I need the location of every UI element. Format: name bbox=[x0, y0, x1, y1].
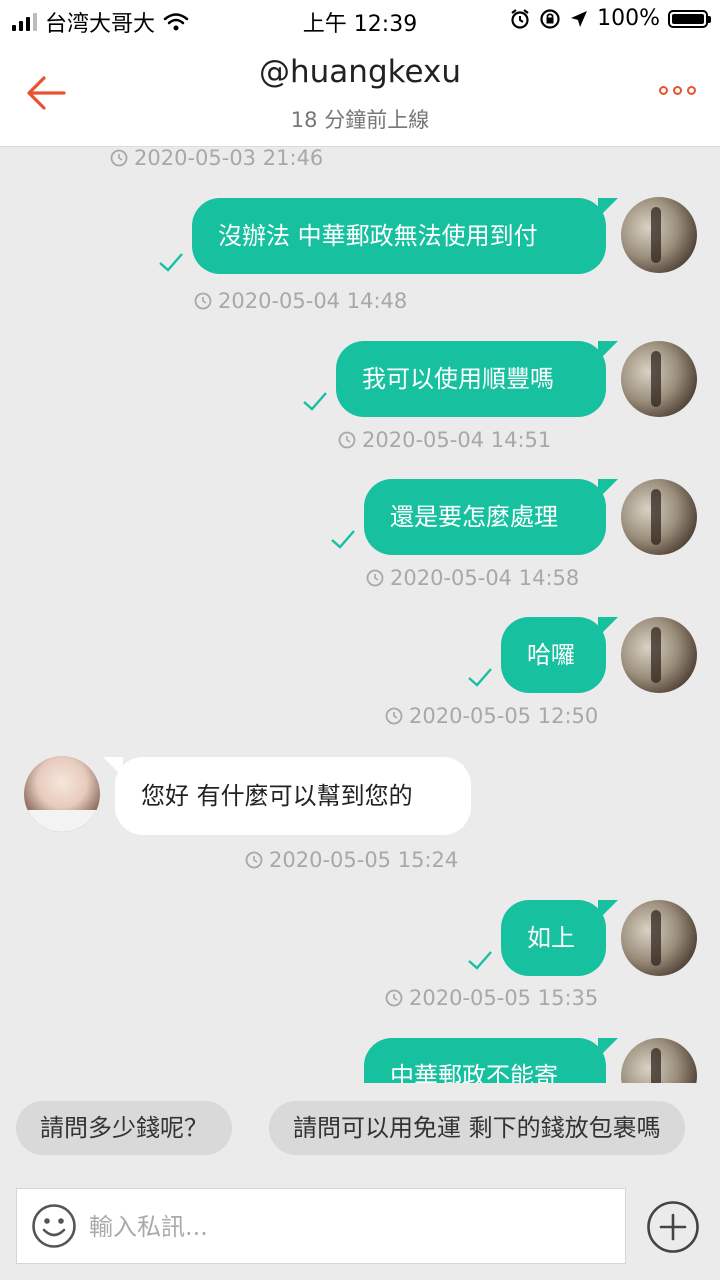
avatar[interactable] bbox=[24, 756, 100, 832]
avatar[interactable] bbox=[621, 900, 697, 976]
message-bubble-outgoing[interactable]: 如上 bbox=[501, 900, 618, 976]
battery-percent: 100% bbox=[597, 6, 660, 31]
message-input-placeholder: 輸入私訊... bbox=[89, 1213, 208, 1241]
avatar[interactable] bbox=[621, 479, 697, 555]
message-bubble-outgoing[interactable]: 哈囉 bbox=[501, 617, 618, 693]
rotation-lock-icon bbox=[540, 8, 560, 29]
smiley-icon[interactable] bbox=[31, 1203, 77, 1249]
quick-replies: 請問多少錢呢？ 請問可以用免運 剩下的錢放包裹嗎 bbox=[0, 1083, 720, 1173]
avatar[interactable] bbox=[621, 617, 697, 693]
message-composer: 輸入私訊... bbox=[0, 1173, 720, 1280]
contact-username: @huangkexu bbox=[259, 54, 461, 90]
checkmark-icon bbox=[468, 951, 492, 970]
message-timestamp: 2020-05-04 14:48 bbox=[194, 289, 407, 313]
avatar[interactable] bbox=[621, 197, 697, 273]
avatar[interactable] bbox=[621, 341, 697, 417]
more-dots-icon[interactable] bbox=[659, 86, 696, 95]
message-timestamp: 2020-05-05 15:24 bbox=[245, 848, 458, 872]
plus-circle-icon[interactable] bbox=[646, 1200, 700, 1254]
message-timestamp: 2020-05-04 14:51 bbox=[338, 428, 551, 452]
chat-header: @huangkexu 18 分鐘前上線 bbox=[0, 38, 720, 147]
quick-reply-chip[interactable]: 請問多少錢呢？ bbox=[16, 1101, 232, 1155]
status-right: 100% bbox=[509, 6, 711, 31]
checkmark-icon bbox=[159, 253, 183, 272]
alarm-icon bbox=[511, 8, 529, 29]
clock-icon bbox=[385, 989, 403, 1007]
clock-icon bbox=[110, 149, 128, 167]
checkmark-icon bbox=[331, 530, 355, 549]
clock-icon bbox=[366, 569, 384, 587]
message-timestamp: 2020-05-05 12:50 bbox=[385, 704, 598, 728]
message-timestamp: 2020-05-04 14:58 bbox=[366, 566, 579, 590]
clock-icon bbox=[245, 851, 263, 869]
clock-icon bbox=[338, 431, 356, 449]
message-bubble-incoming[interactable]: 您好 有什麼可以幫到您的 bbox=[103, 757, 471, 835]
message-timestamp: 2020-05-03 21:46 bbox=[110, 146, 323, 170]
message-timestamp: 2020-05-05 15:35 bbox=[385, 986, 598, 1010]
avatar[interactable] bbox=[621, 1038, 697, 1083]
status-bar: 台湾大哥大 上午 12:39 100% bbox=[0, 0, 720, 38]
message-input[interactable]: 輸入私訊... bbox=[16, 1188, 626, 1264]
checkmark-icon bbox=[468, 668, 492, 687]
message-bubble-outgoing[interactable]: 中華郵政不能寄 bbox=[364, 1038, 618, 1083]
location-icon bbox=[571, 10, 588, 27]
clock-icon bbox=[385, 707, 403, 725]
quick-reply-chip[interactable]: 請問可以用免運 剩下的錢放包裹嗎 bbox=[269, 1101, 685, 1155]
online-status: 18 分鐘前上線 bbox=[290, 108, 430, 132]
battery-icon bbox=[668, 9, 711, 28]
message-bubble-outgoing[interactable]: 我可以使用順豐嗎 bbox=[336, 341, 618, 417]
clock-icon bbox=[194, 292, 212, 310]
message-list[interactable]: 2020-05-03 21:46 沒辦法 中華郵政無法使用到付 2020-05-… bbox=[0, 146, 720, 1083]
checkmark-icon bbox=[303, 392, 327, 411]
message-bubble-outgoing[interactable]: 還是要怎麼處理 bbox=[364, 479, 618, 555]
message-bubble-outgoing[interactable]: 沒辦法 中華郵政無法使用到付 bbox=[192, 198, 618, 274]
